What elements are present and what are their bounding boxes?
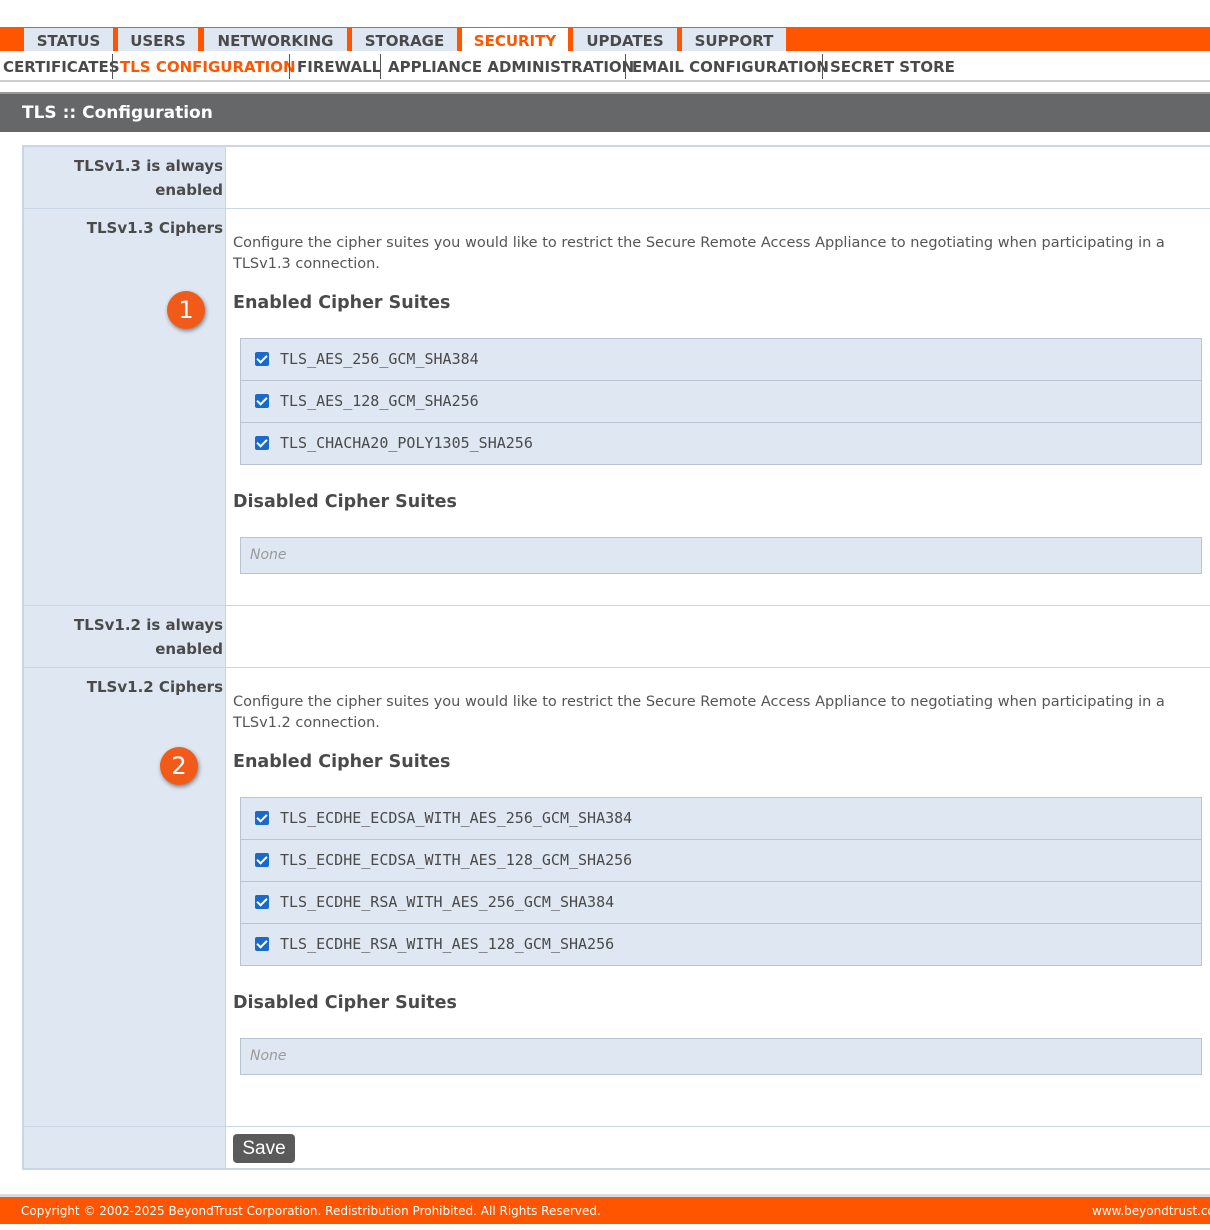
tls13-enabled-heading: Enabled Cipher Suites	[233, 293, 451, 313]
tls12-always-label: TLSv1.2 is always enabled	[74, 616, 223, 658]
disabled-placeholder: None	[250, 547, 287, 563]
subnav-certificates[interactable]: CERTIFICATES	[3, 56, 120, 78]
cipher-name: TLS_ECDHE_ECDSA_WITH_AES_128_GCM_SHA256	[280, 851, 633, 869]
callout-badge-1: 1	[167, 291, 205, 329]
page-header: TLS :: Configuration	[0, 92, 1210, 132]
cipher-list-item[interactable]: TLS_AES_256_GCM_SHA384	[241, 339, 1201, 381]
tab-networking[interactable]: NETWORKING	[204, 28, 347, 51]
cipher-name: TLS_AES_128_GCM_SHA256	[280, 392, 479, 410]
cipher-name: TLS_CHACHA20_POLY1305_SHA256	[280, 434, 533, 452]
checkbox-checked[interactable]	[255, 352, 269, 366]
tls13-ciphers-label: TLSv1.3 Ciphers	[86, 219, 223, 237]
callout-badge-2: 2	[160, 747, 198, 785]
checkbox-checked[interactable]	[255, 895, 269, 909]
tls12-ciphers-label: TLSv1.2 Ciphers	[86, 678, 223, 696]
subnav-tls-configuration[interactable]: TLS CONFIGURATION	[120, 56, 296, 78]
checkbox-checked[interactable]	[255, 937, 269, 951]
row-divider	[24, 667, 1210, 668]
row-divider	[24, 1126, 1210, 1127]
tls12-disabled-heading: Disabled Cipher Suites	[233, 993, 457, 1013]
checkbox-checked[interactable]	[255, 394, 269, 408]
copyright-text: Copyright © 2002-2025 BeyondTrust Corpor…	[21, 1204, 601, 1218]
tls12-description: Configure the cipher suites you would li…	[233, 694, 1165, 731]
tab-storage[interactable]: STORAGE	[352, 28, 457, 51]
disabled-placeholder: None	[250, 1048, 287, 1064]
sub-nav: CERTIFICATES TLS CONFIGURATION FIREWALL …	[0, 51, 1210, 82]
tls13-enabled-list: TLS_AES_256_GCM_SHA384 TLS_AES_128_GCM_S…	[240, 338, 1202, 465]
cipher-list-item[interactable]: TLS_ECDHE_RSA_WITH_AES_128_GCM_SHA256	[241, 924, 1201, 965]
cipher-list-item[interactable]: TLS_AES_128_GCM_SHA256	[241, 381, 1201, 423]
cipher-list-item[interactable]: TLS_ECDHE_ECDSA_WITH_AES_128_GCM_SHA256	[241, 840, 1201, 882]
subnav-divider	[380, 54, 381, 79]
subnav-email-configuration[interactable]: EMAIL CONFIGURATION	[632, 56, 829, 78]
subnav-divider	[112, 54, 113, 79]
tab-status[interactable]: STATUS	[24, 28, 113, 51]
tls13-disabled-list: None	[240, 537, 1202, 574]
tls13-disabled-heading: Disabled Cipher Suites	[233, 492, 457, 512]
website-link[interactable]: www.beyondtrust.com	[1092, 1204, 1210, 1218]
tab-security[interactable]: SECURITY	[462, 28, 568, 51]
cipher-list-item[interactable]: TLS_ECDHE_RSA_WITH_AES_256_GCM_SHA384	[241, 882, 1201, 924]
cipher-name: TLS_ECDHE_RSA_WITH_AES_128_GCM_SHA256	[280, 935, 615, 953]
subnav-firewall[interactable]: FIREWALL	[297, 56, 381, 78]
cipher-name: TLS_ECDHE_RSA_WITH_AES_256_GCM_SHA384	[280, 893, 615, 911]
subnav-appliance-administration[interactable]: APPLIANCE ADMINISTRATION	[388, 56, 634, 78]
subnav-divider	[625, 54, 626, 79]
subnav-secret-store[interactable]: SECRET STORE	[830, 56, 955, 78]
checkbox-checked[interactable]	[255, 811, 269, 825]
save-button[interactable]: Save	[233, 1134, 295, 1163]
row-divider	[24, 208, 1210, 209]
tls-config-form: TLSv1.3 is always enabled TLSv1.3 Cipher…	[22, 145, 1210, 1170]
subnav-divider	[822, 54, 823, 79]
tab-updates[interactable]: UPDATES	[573, 28, 677, 51]
cipher-list-item[interactable]: TLS_CHACHA20_POLY1305_SHA256	[241, 423, 1201, 464]
tls13-description: Configure the cipher suites you would li…	[233, 235, 1165, 272]
cipher-name: TLS_AES_256_GCM_SHA384	[280, 350, 479, 368]
tab-support[interactable]: SUPPORT	[682, 28, 786, 51]
tls12-enabled-heading: Enabled Cipher Suites	[233, 752, 451, 772]
checkbox-checked[interactable]	[255, 853, 269, 867]
top-nav: STATUS USERS NETWORKING STORAGE SECURITY…	[0, 27, 1210, 51]
checkbox-checked[interactable]	[255, 436, 269, 450]
row-divider	[24, 605, 1210, 606]
tls12-disabled-list: None	[240, 1038, 1202, 1075]
footer: Copyright © 2002-2025 BeyondTrust Corpor…	[0, 1194, 1210, 1224]
cipher-list-item[interactable]: TLS_ECDHE_ECDSA_WITH_AES_256_GCM_SHA384	[241, 798, 1201, 840]
cipher-name: TLS_ECDHE_ECDSA_WITH_AES_256_GCM_SHA384	[280, 809, 633, 827]
tab-users[interactable]: USERS	[118, 28, 198, 51]
tls13-always-label: TLSv1.3 is always enabled	[74, 157, 223, 199]
page-title: TLS :: Configuration	[22, 103, 213, 123]
subnav-divider	[289, 54, 290, 79]
tls12-enabled-list: TLS_ECDHE_ECDSA_WITH_AES_256_GCM_SHA384 …	[240, 797, 1202, 966]
